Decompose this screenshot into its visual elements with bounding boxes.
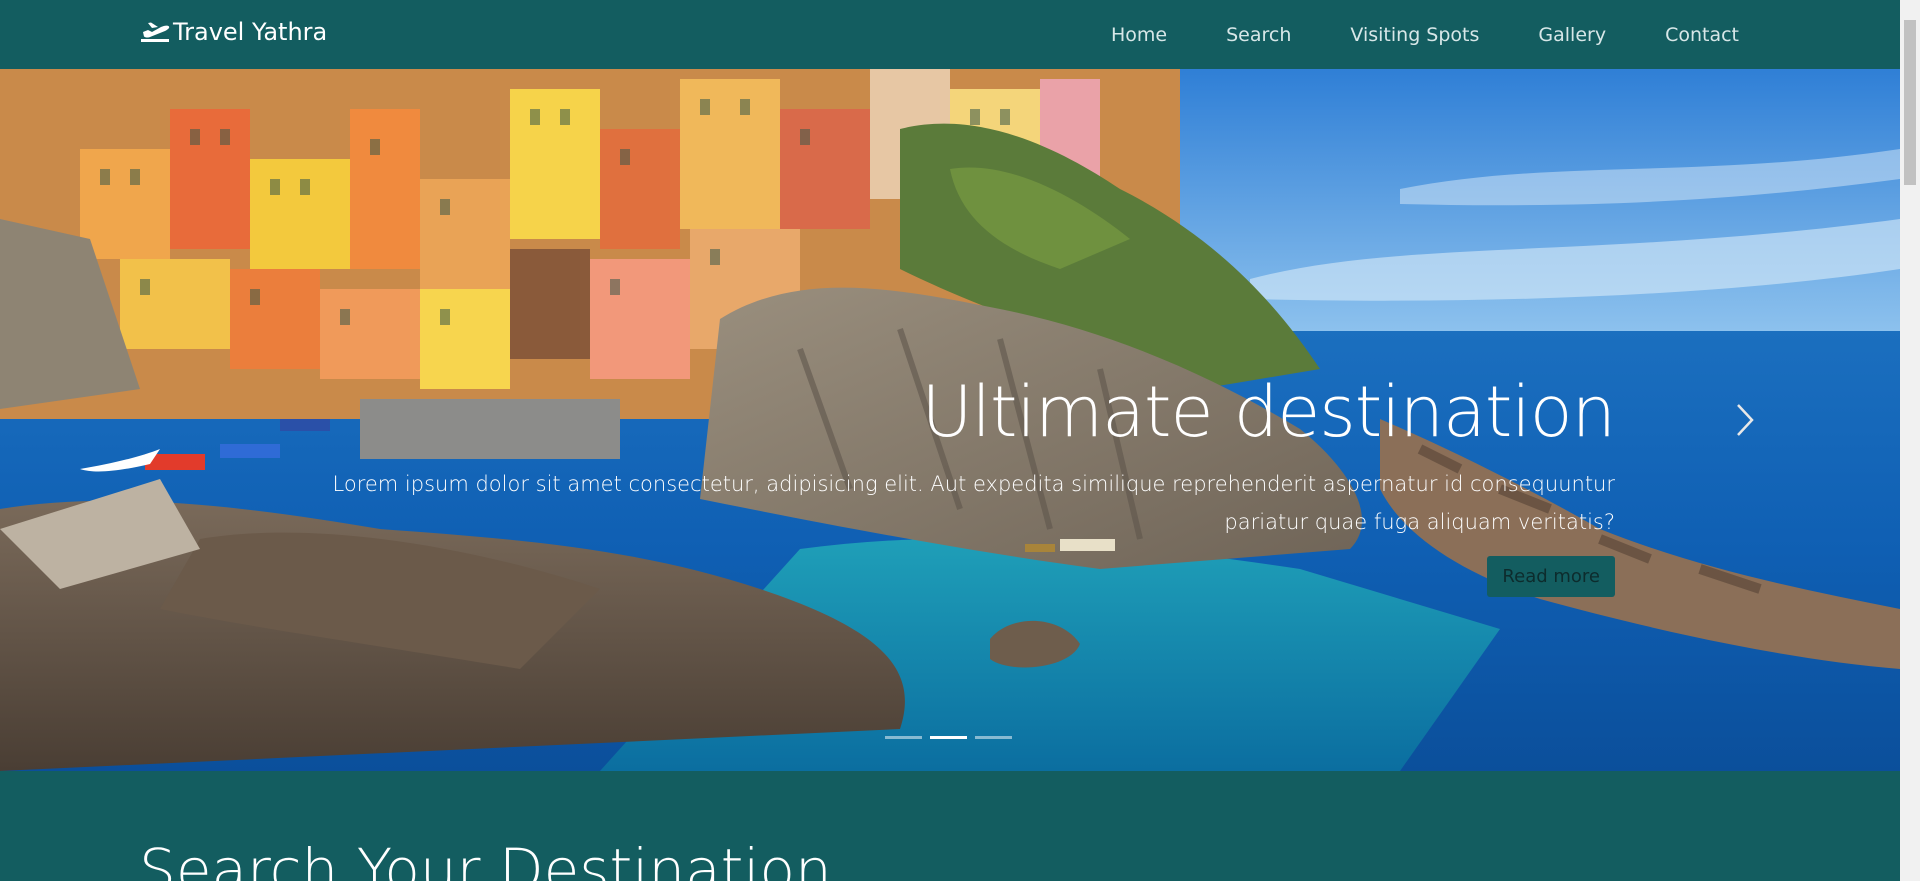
hero-carousel: Ultimate destination Lorem ipsum dolor s… — [0, 69, 1900, 771]
nav-contact[interactable]: Contact — [1665, 24, 1739, 46]
search-section-title: Search Your Destination — [139, 836, 832, 881]
carousel-indicator-3[interactable] — [975, 736, 1012, 739]
carousel-indicator-2[interactable] — [930, 736, 967, 739]
nav-visiting-spots[interactable]: Visiting Spots — [1350, 24, 1479, 46]
nav-gallery[interactable]: Gallery — [1538, 24, 1606, 46]
hero-description-line2: pariatur quae fuga aliquam veritatis? — [1224, 510, 1615, 534]
hero-title: Ultimate destination — [921, 371, 1616, 453]
nav-links: Home Search Visiting Spots Gallery Conta… — [1111, 0, 1739, 69]
carousel-caption: Ultimate destination Lorem ipsum dolor s… — [315, 369, 1616, 597]
search-section: Search Your Destination — [0, 771, 1900, 881]
navbar: Travel Yathra Home Search Visiting Spots… — [0, 0, 1900, 69]
chevron-right-icon[interactable] — [1730, 399, 1760, 441]
carousel-indicators — [885, 736, 1012, 739]
scrollbar-thumb[interactable] — [1904, 20, 1916, 185]
nav-home[interactable]: Home — [1111, 24, 1167, 46]
brand-name: Travel Yathra — [173, 18, 328, 46]
page-scrollbar[interactable] — [1900, 0, 1920, 881]
hero-description: Lorem ipsum dolor sit amet consectetur, … — [315, 465, 1615, 541]
hero-description-line1: Lorem ipsum dolor sit amet consectetur, … — [332, 472, 1615, 496]
nav-search[interactable]: Search — [1226, 24, 1291, 46]
carousel-indicator-1[interactable] — [885, 736, 922, 739]
read-more-button[interactable]: Read more — [1487, 556, 1615, 597]
brand-link[interactable]: Travel Yathra — [139, 18, 327, 46]
plane-icon — [141, 22, 170, 42]
page: Travel Yathra Home Search Visiting Spots… — [0, 0, 1900, 881]
